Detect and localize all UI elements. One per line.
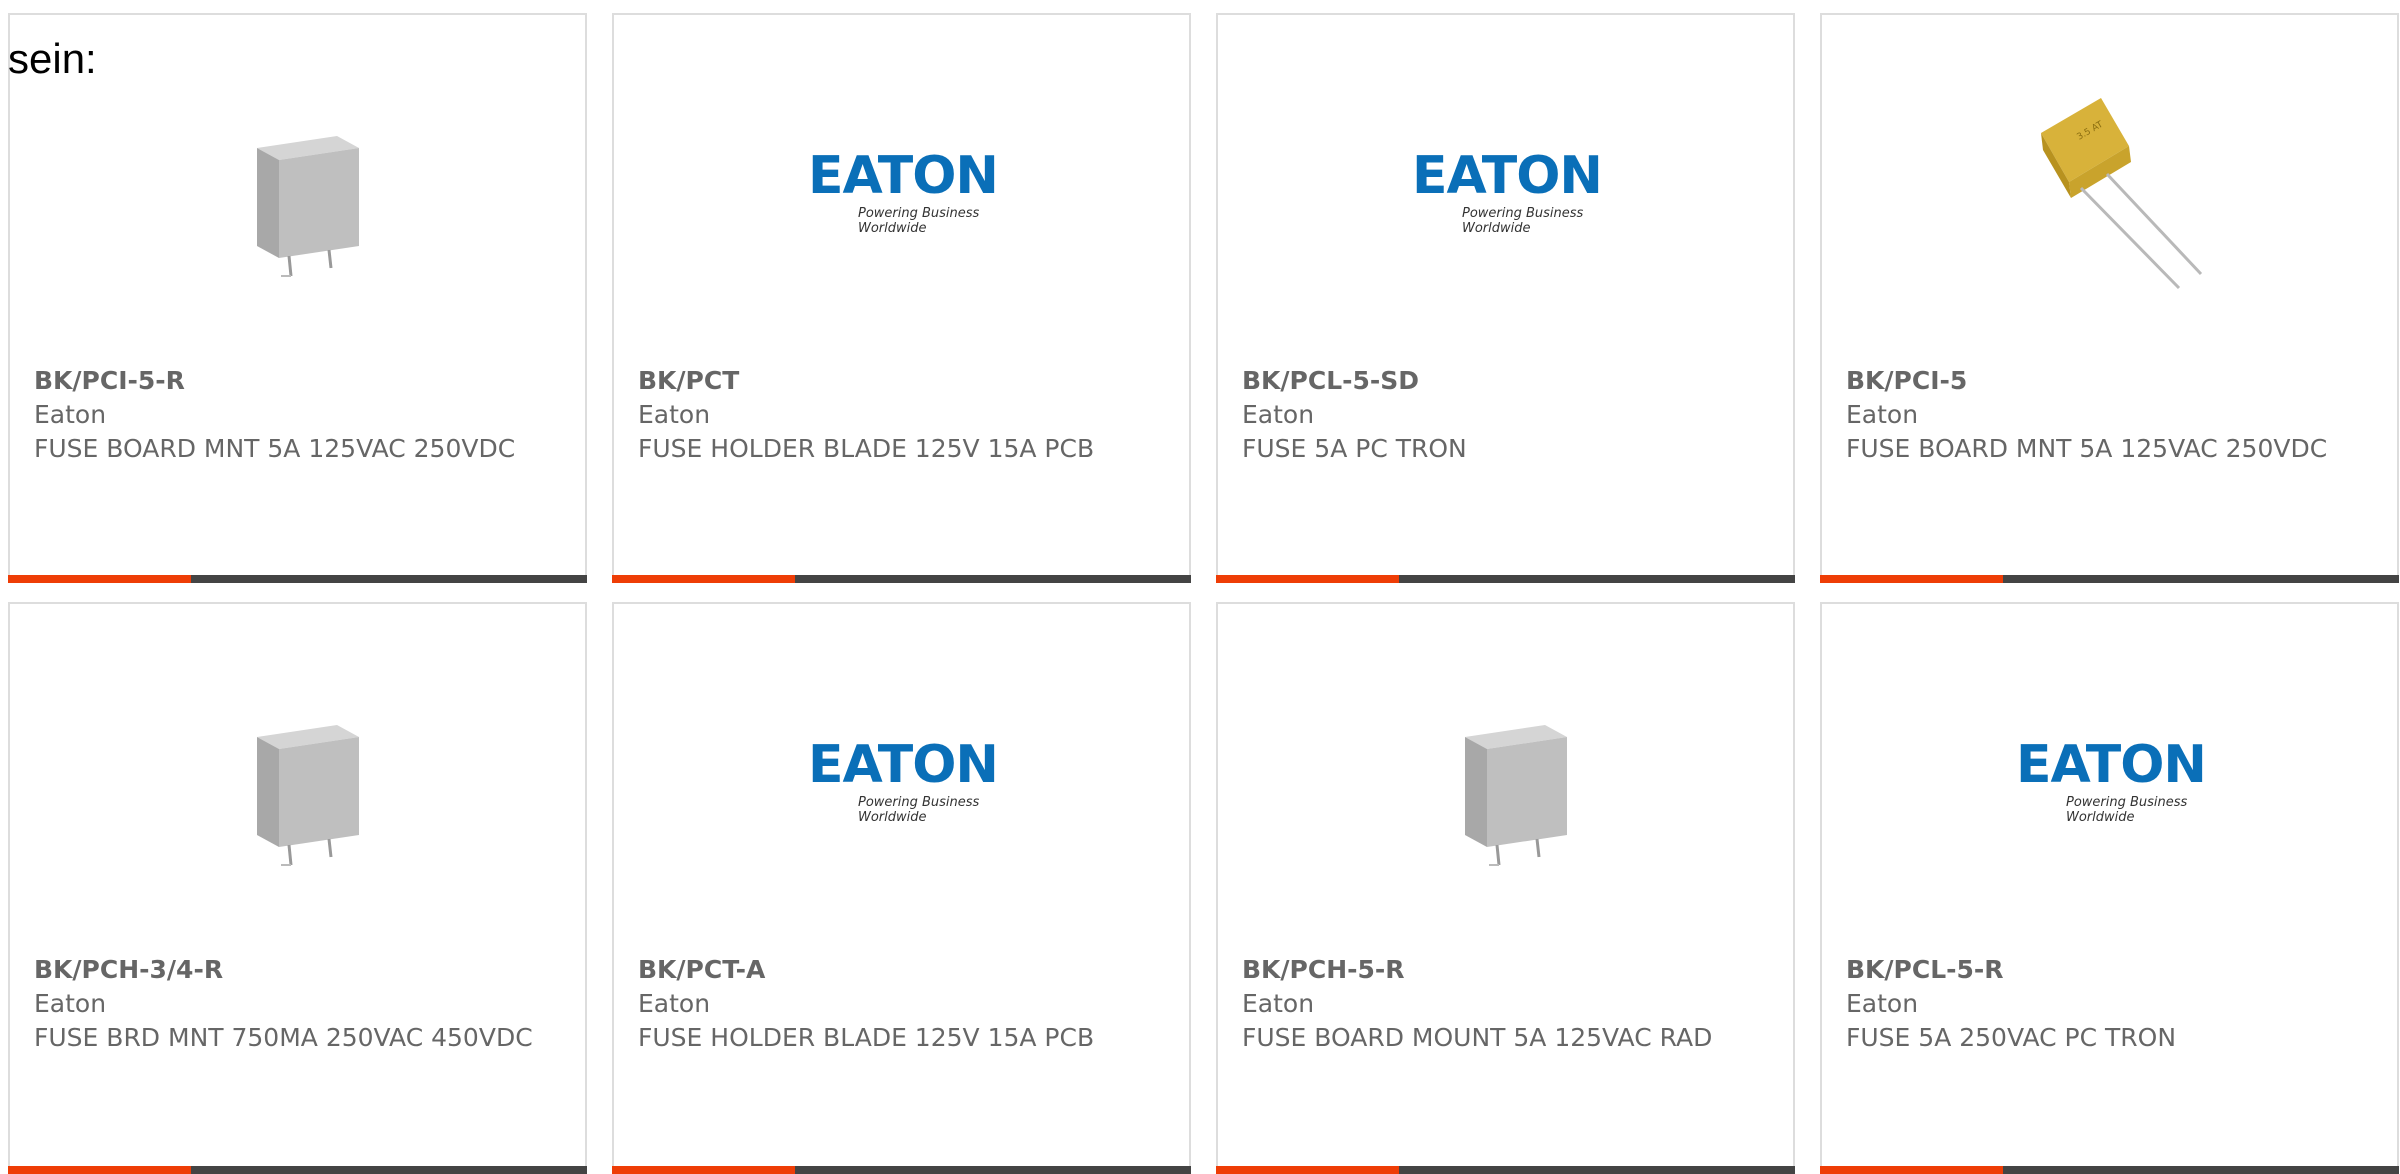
product-image[interactable]: EATON Powering Business Worldwide [798,88,1008,298]
manufacturer: Eaton [1242,400,1315,429]
product-image[interactable] [1402,677,1612,887]
product-card[interactable]: EATON Powering Business Worldwide BK/PCL… [1820,602,2399,1174]
intro-text: sein: [8,35,97,82]
part-number[interactable]: BK/PCL-5-R [1846,953,2357,987]
manufacturer: Eaton [638,400,711,429]
product-info: BK/PCT-A Eaton FUSE HOLDER BLADE 125V 15A … [638,953,1149,1055]
part-number[interactable]: BK/PCI-5 [1846,364,2357,398]
card-accent-bar [8,1166,191,1174]
manufacturer: Eaton [34,400,107,429]
manufacturer: Eaton [638,989,711,1018]
card-bottom-bar [1820,1166,2399,1174]
component-image [1465,725,1567,866]
product-info: BK/PCI-5-R Eaton FUSE BOARD MNT 5A 125VAC … [34,364,545,466]
description: FUSE 5A 250VAC PC TRON [1846,1023,2177,1052]
eaton-logo: EATON Powering Business Worldwide [1412,146,1603,236]
product-card[interactable]: EATON Powering Business Worldwide BK/PCT… [612,602,1191,1174]
card-bottom-bar [8,575,587,583]
description: FUSE HOLDER BLADE 125V 15A PCB [638,434,1095,463]
card-accent-bar [8,575,191,583]
product-info: BK/PCL-5-SD Eaton FUSE 5A PC TRON [1242,364,1753,466]
manufacturer: Eaton [1846,989,1919,1018]
card-bottom-bar [612,575,1191,583]
part-number[interactable]: BK/PCI-5-R [34,364,545,398]
card-bottom-bar [1216,575,1795,583]
product-info: BK/PCT Eaton FUSE HOLDER BLADE 125V 15A PC… [638,364,1149,466]
description: FUSE BRD MNT 750MA 250VAC 450VDC [34,1023,533,1052]
product-card[interactable]: BK/PCI-5-R Eaton FUSE BOARD MNT 5A 125VAC … [8,13,587,583]
product-image[interactable]: EATON Powering Business Worldwide [798,677,1008,887]
product-card[interactable]: BK/PCH-5-R Eaton FUSE BOARD MOUNT 5A 125VA… [1216,602,1795,1174]
card-bottom-bar [1216,1166,1795,1174]
product-card[interactable]: BK/PCH-3/4-R Eaton FUSE BRD MNT 750MA 250V… [8,602,587,1174]
manufacturer: Eaton [1846,400,1919,429]
description: FUSE HOLDER BLADE 125V 15A PCB [638,1023,1095,1052]
card-bottom-bar [1820,575,2399,583]
component-image [257,725,359,866]
part-number[interactable]: BK/PCT [638,364,1149,398]
product-card[interactable]: 3.5 AT BK/PCI-5 Eaton FUSE BOARD MNT 5A 12… [1820,13,2399,583]
fuse-image: 3.5 AT [2041,98,2203,290]
product-image[interactable] [194,88,404,298]
product-image[interactable]: EATON Powering Business Worldwide [2006,677,2216,887]
eaton-logo: EATON Powering Business Worldwide [808,735,999,825]
product-info: BK/PCI-5 Eaton FUSE BOARD MNT 5A 125VAC 25… [1846,364,2357,466]
component-image [257,136,359,277]
product-image[interactable]: 3.5 AT [2006,88,2216,298]
product-info: BK/PCH-3/4-R Eaton FUSE BRD MNT 750MA 250V… [34,953,545,1055]
part-number[interactable]: BK/PCL-5-SD [1242,364,1753,398]
product-image[interactable]: EATON Powering Business Worldwide [1402,88,1612,298]
manufacturer: Eaton [34,989,107,1018]
card-accent-bar [1216,575,1399,583]
product-info: BK/PCL-5-R Eaton FUSE 5A 250VAC PC TRON [1846,953,2357,1055]
card-accent-bar [612,1166,795,1174]
product-image[interactable] [194,677,404,887]
card-accent-bar [612,575,795,583]
description: FUSE BOARD MNT 5A 125VAC 250VDC [34,434,516,463]
manufacturer: Eaton [1242,989,1315,1018]
part-number[interactable]: BK/PCT-A [638,953,1149,987]
product-card[interactable]: EATON Powering Business Worldwide BK/PCT… [612,13,1191,583]
part-number[interactable]: BK/PCH-5-R [1242,953,1753,987]
eaton-logo: EATON Powering Business Worldwide [808,146,999,236]
product-info: BK/PCH-5-R Eaton FUSE BOARD MOUNT 5A 125VA… [1242,953,1753,1055]
product-card[interactable]: EATON Powering Business Worldwide BK/PCL… [1216,13,1795,583]
card-bottom-bar [612,1166,1191,1174]
card-bottom-bar [8,1166,587,1174]
description: FUSE BOARD MOUNT 5A 125VAC RAD [1242,1023,1713,1052]
description: FUSE 5A PC TRON [1242,434,1467,463]
card-accent-bar [1820,575,2003,583]
card-accent-bar [1216,1166,1399,1174]
part-number[interactable]: BK/PCH-3/4-R [34,953,545,987]
card-accent-bar [1820,1166,2003,1174]
description: FUSE BOARD MNT 5A 125VAC 250VDC [1846,434,2328,463]
eaton-logo: EATON Powering Business Worldwide [2016,735,2207,825]
